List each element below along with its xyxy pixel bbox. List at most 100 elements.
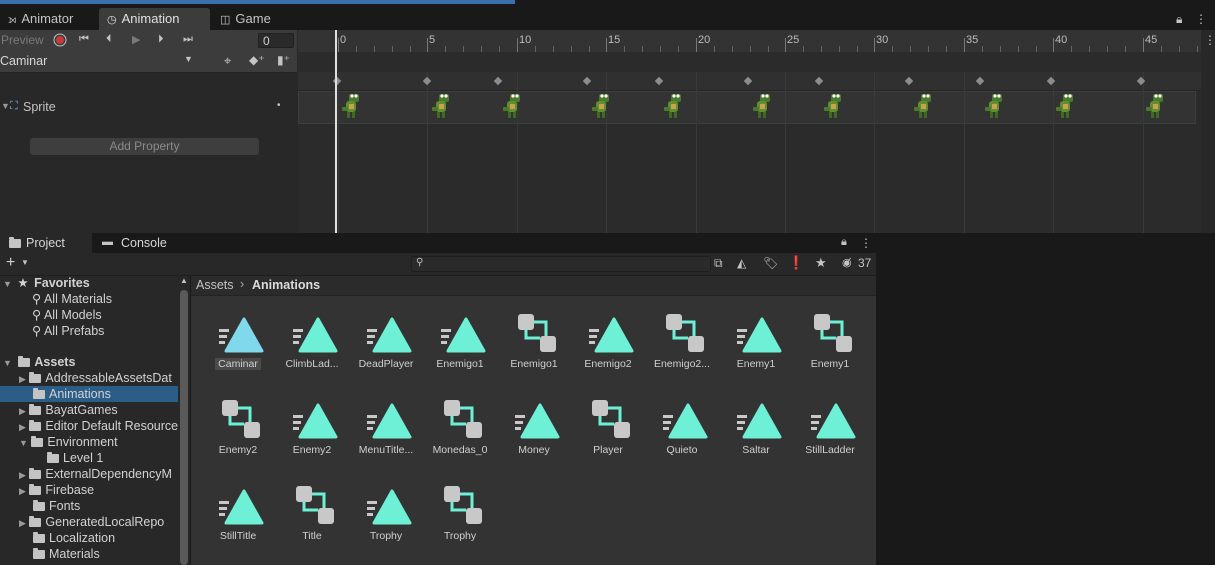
property-options-icon[interactable]: • bbox=[277, 100, 281, 111]
frame-field[interactable]: 0 bbox=[258, 33, 294, 48]
tree-folder-environment[interactable]: ▼ Environment bbox=[19, 434, 118, 450]
animator-controller-asset[interactable]: Enemy1 bbox=[793, 300, 867, 376]
expand-arrow-icon[interactable]: ▼ bbox=[3, 358, 12, 368]
tree-favorites[interactable]: ▼ ★ Favorites bbox=[3, 275, 90, 291]
tree-folder-fonts[interactable]: Fonts bbox=[33, 498, 80, 514]
sprite-keyframe-dino-icon[interactable] bbox=[340, 93, 362, 119]
tree-fav-all-models[interactable]: ⚲ All Models bbox=[32, 307, 102, 323]
sprite-keyframe-dino-icon[interactable] bbox=[662, 93, 684, 119]
tree-assets[interactable]: ▼ Assets bbox=[3, 354, 75, 370]
play-icon[interactable]: ▶ bbox=[132, 33, 140, 46]
breadcrumb-assets[interactable]: Assets bbox=[196, 278, 234, 292]
animation-clip-asset[interactable]: StillLadder bbox=[793, 386, 867, 462]
ruler-minor-tick bbox=[946, 46, 947, 52]
animation-clip-icon bbox=[219, 489, 264, 525]
sprite-keyframe-dino-icon[interactable] bbox=[430, 93, 452, 119]
next-key-icon[interactable]: ⏵︎ bbox=[158, 33, 164, 46]
add-keyframe-target-icon[interactable]: ⌖ bbox=[224, 53, 231, 69]
tree-fav-all-materials[interactable]: ⚲ All Materials bbox=[32, 291, 112, 307]
project-lock-icon[interactable]: 🔒︎ bbox=[841, 236, 847, 249]
project-more-icon[interactable]: ⋮ bbox=[860, 236, 872, 250]
scrollbar-thumb[interactable] bbox=[180, 290, 188, 565]
animation-clip-asset[interactable]: MenuTitle... bbox=[349, 386, 423, 462]
lock-icon[interactable]: 🔒︎ bbox=[1176, 12, 1182, 27]
animation-clip-asset[interactable]: DeadPlayer bbox=[349, 300, 423, 376]
animator-controller-asset[interactable]: Enemy2 bbox=[201, 386, 275, 462]
animation-clip-asset[interactable]: Enemigo1 bbox=[423, 300, 497, 376]
animation-clip-asset[interactable]: Saltar bbox=[719, 386, 793, 462]
event-row[interactable] bbox=[298, 52, 1201, 72]
animator-controller-asset[interactable]: Player bbox=[571, 386, 645, 462]
clip-dropdown[interactable]: Caminar bbox=[0, 54, 47, 68]
expand-arrow-icon[interactable]: ▼ bbox=[1, 101, 10, 111]
animation-clip-asset[interactable]: Enemy1 bbox=[719, 300, 793, 376]
search-input[interactable]: ⚲ bbox=[411, 256, 711, 272]
add-event-icon[interactable]: ▮⁺ bbox=[277, 53, 290, 67]
tree-folder-bayatgames[interactable]: ▶ BayatGames bbox=[19, 402, 118, 418]
favorite-star-icon[interactable]: ★ bbox=[815, 255, 827, 271]
add-property-button[interactable]: Add Property bbox=[30, 138, 259, 155]
tree-folder-animations[interactable]: Animations bbox=[0, 386, 178, 402]
animator-controller-asset[interactable]: Enemigo1 bbox=[497, 300, 571, 376]
expand-arrow-icon[interactable]: ▼ bbox=[3, 279, 12, 289]
tab-project[interactable]: Project bbox=[0, 233, 92, 253]
timeline-more-icon[interactable]: ⋮ bbox=[1204, 33, 1215, 47]
tab-animator[interactable]: ⟕ Animator bbox=[0, 8, 81, 30]
hidden-packages-icon[interactable]: ◉̸ bbox=[842, 256, 852, 269]
animation-clip-asset[interactable]: ClimbLad... bbox=[275, 300, 349, 376]
create-asset-icon[interactable]: + bbox=[6, 254, 15, 272]
first-key-icon[interactable]: ⏮ bbox=[79, 33, 89, 46]
sprite-keyframe-dino-icon[interactable] bbox=[1144, 93, 1166, 119]
animator-controller-asset[interactable]: Trophy bbox=[423, 472, 497, 548]
animation-clip-asset[interactable]: Money bbox=[497, 386, 571, 462]
more-options-icon[interactable]: ⋮ bbox=[1195, 12, 1207, 26]
create-dropdown-icon[interactable]: ▼ bbox=[21, 258, 29, 267]
add-keyframe-icon[interactable]: ◆⁺ bbox=[249, 53, 265, 67]
tree-scrollbar[interactable]: ▲ bbox=[178, 276, 190, 565]
asset-label: Enemy2 bbox=[218, 444, 258, 456]
tree-folder-generatedlocalrepo[interactable]: ▶ GeneratedLocalRepo bbox=[19, 514, 164, 530]
animator-controller-asset[interactable]: Title bbox=[275, 472, 349, 548]
timeline-options[interactable]: ⋮ bbox=[1201, 30, 1215, 233]
sprite-keyframe-dino-icon[interactable] bbox=[983, 93, 1005, 119]
filter-by-log-icon[interactable]: ❗ bbox=[788, 255, 804, 271]
last-key-icon[interactable]: ⏭ bbox=[183, 33, 193, 46]
sprite-keyframe-dino-icon[interactable] bbox=[751, 93, 773, 119]
tab-console[interactable]: ▬ Console bbox=[96, 233, 196, 253]
sprite-keyframe-dino-icon[interactable] bbox=[912, 93, 934, 119]
playhead[interactable] bbox=[335, 30, 337, 233]
sprite-keyframe-dino-icon[interactable] bbox=[590, 93, 612, 119]
search-in-scene-icon[interactable]: ⧉ bbox=[714, 256, 723, 271]
animation-clip-asset[interactable]: Caminar bbox=[201, 300, 275, 376]
sprite-keyframe-dino-icon[interactable] bbox=[822, 93, 844, 119]
prev-key-icon[interactable]: ⏴︎ bbox=[106, 33, 112, 46]
tree-folder-externaldependencym[interactable]: ▶ ExternalDependencyM bbox=[19, 466, 172, 482]
sprite-keyframe-dino-icon[interactable] bbox=[1054, 93, 1076, 119]
tree-folder-firebase[interactable]: ▶ Firebase bbox=[19, 482, 94, 498]
tree-folder-editor-default-resources[interactable]: ▶ Editor Default Resource bbox=[19, 418, 178, 434]
tree-fav-all-prefabs[interactable]: ⚲ All Prefabs bbox=[32, 323, 104, 339]
filter-by-type-icon[interactable]: ◭ bbox=[737, 256, 746, 270]
sprite-property-row[interactable]: ▼ ⛶ Sprite • bbox=[0, 98, 297, 118]
animation-clip-asset[interactable]: StillTitle bbox=[201, 472, 275, 548]
animator-controller-icon bbox=[222, 400, 260, 438]
tree-folder-addressableassetsdat[interactable]: ▶ AddressableAssetsDat bbox=[19, 370, 172, 386]
breadcrumb-animations[interactable]: Animations bbox=[252, 278, 320, 292]
preview-button[interactable]: Preview bbox=[1, 33, 44, 47]
sprite-keyframe-dino-icon[interactable] bbox=[501, 93, 523, 119]
tab-game[interactable]: ◫ Game bbox=[212, 8, 279, 30]
animation-clip-asset[interactable]: Enemy2 bbox=[275, 386, 349, 462]
scroll-up-icon[interactable]: ▲ bbox=[180, 276, 188, 285]
tree-folder-localization[interactable]: Localization bbox=[33, 530, 115, 546]
chevron-down-icon[interactable]: ▼ bbox=[184, 54, 193, 64]
animation-clip-asset[interactable]: Quieto bbox=[645, 386, 719, 462]
tree-folder-materials[interactable]: Materials bbox=[33, 546, 100, 562]
animation-clip-asset[interactable]: Enemigo2 bbox=[571, 300, 645, 376]
record-button[interactable] bbox=[53, 33, 67, 50]
animation-clip-asset[interactable]: Trophy bbox=[349, 472, 423, 548]
tab-animation[interactable]: ◷ Animation bbox=[99, 8, 210, 30]
filter-by-label-icon[interactable]: 🏷︎ bbox=[763, 256, 778, 270]
animator-controller-asset[interactable]: Monedas_0 bbox=[423, 386, 497, 462]
tree-folder-level-1[interactable]: Level 1 bbox=[47, 450, 103, 466]
animator-controller-asset[interactable]: Enemigo2... bbox=[645, 300, 719, 376]
